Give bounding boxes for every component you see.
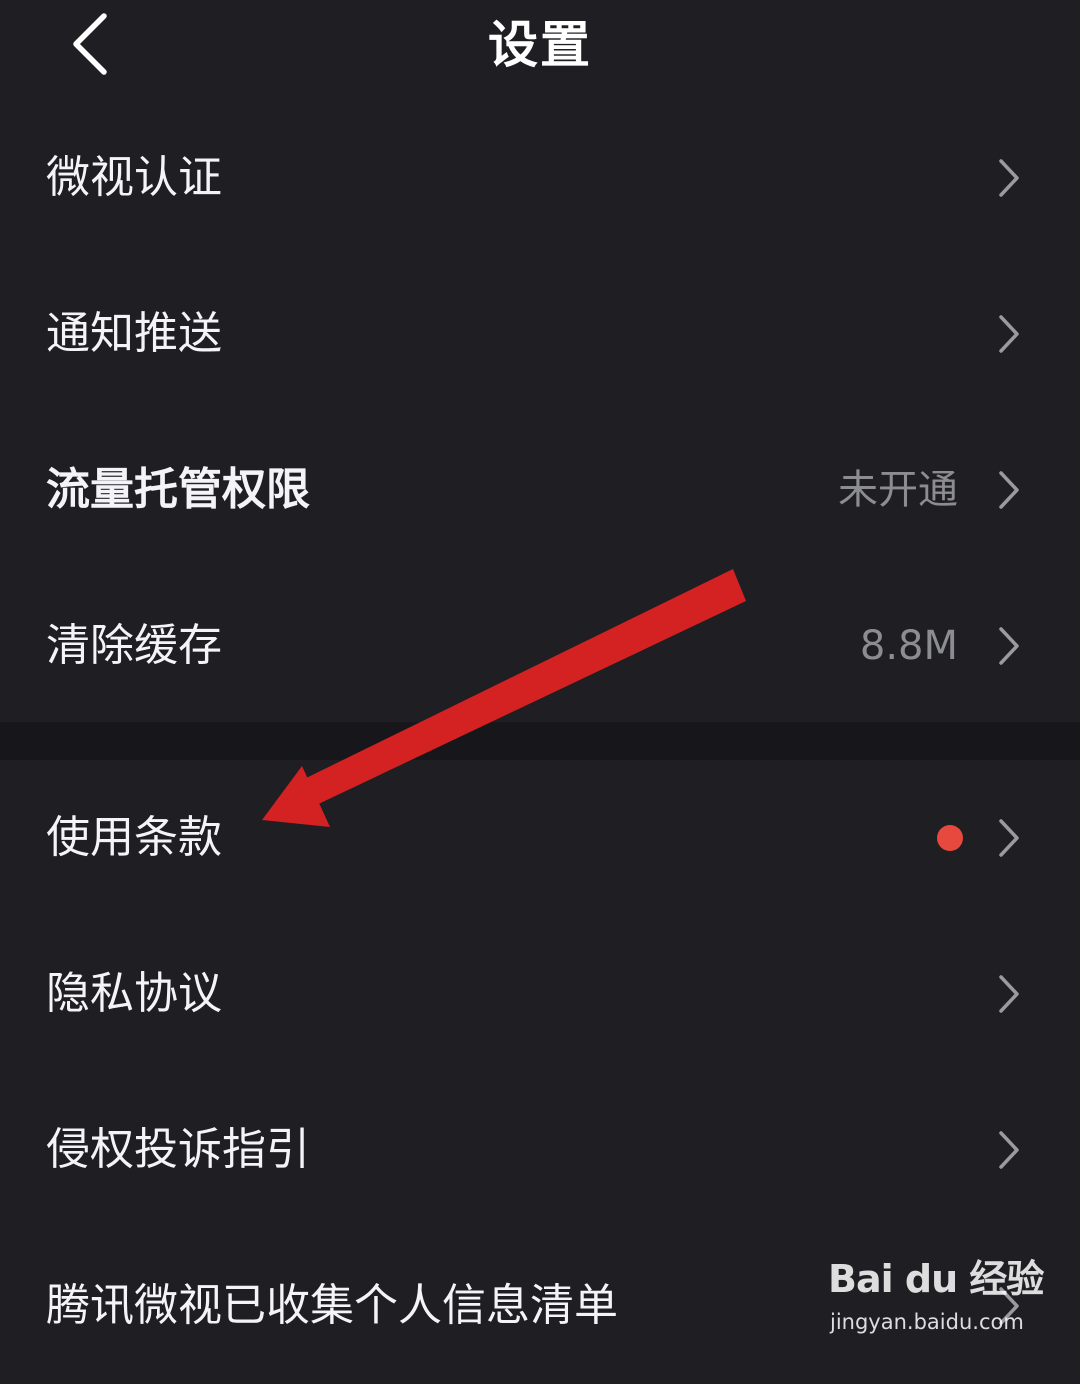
new-badge-dot (937, 825, 963, 851)
chevron-right-icon (999, 975, 1019, 1013)
section-divider (0, 722, 1080, 760)
chevron-right-icon (999, 1131, 1019, 1169)
settings-item-terms-of-use[interactable]: 使用条款 (0, 760, 1080, 916)
settings-item-privacy-agreement[interactable]: 隐私协议 (0, 916, 1080, 1072)
settings-item-label: 侵权投诉指引 (46, 1124, 310, 1175)
chevron-right-icon (999, 627, 1019, 665)
watermark-url: jingyan.baidu.com (830, 1310, 1024, 1334)
settings-item-label: 流量托管权限 (46, 464, 310, 515)
chevron-right-icon (999, 315, 1019, 353)
settings-item-clear-cache[interactable]: 清除缓存 8.8M (0, 568, 1080, 724)
settings-item-label: 隐私协议 (46, 968, 222, 1019)
chevron-right-icon (999, 159, 1019, 197)
settings-item-label: 清除缓存 (46, 620, 222, 671)
settings-item-status: 未开通 (838, 467, 958, 513)
settings-item-label: 通知推送 (46, 308, 222, 359)
cache-size-value: 8.8M (859, 623, 958, 669)
chevron-right-icon (999, 819, 1019, 857)
settings-item-data-hosting-permission[interactable]: 流量托管权限 未开通 (0, 412, 1080, 568)
page-title: 设置 (488, 16, 592, 74)
settings-item-notification-push[interactable]: 通知推送 (0, 256, 1080, 412)
settings-item-label: 微视认证 (46, 152, 222, 203)
settings-item-infringement-complaint-guide[interactable]: 侵权投诉指引 (0, 1072, 1080, 1228)
settings-item-label: 腾讯微视已收集个人信息清单 (46, 1280, 618, 1331)
top-bar: 设置 (0, 0, 1080, 100)
chevron-right-icon (999, 471, 1019, 509)
watermark-logo: Bai du 经验 (828, 1257, 1044, 1301)
settings-item-label: 使用条款 (46, 812, 222, 863)
baidu-jingyan-watermark: Bai du 经验 jingyan.baidu.com (828, 1248, 1044, 1344)
settings-item-weishi-verification[interactable]: 微视认证 (0, 100, 1080, 256)
